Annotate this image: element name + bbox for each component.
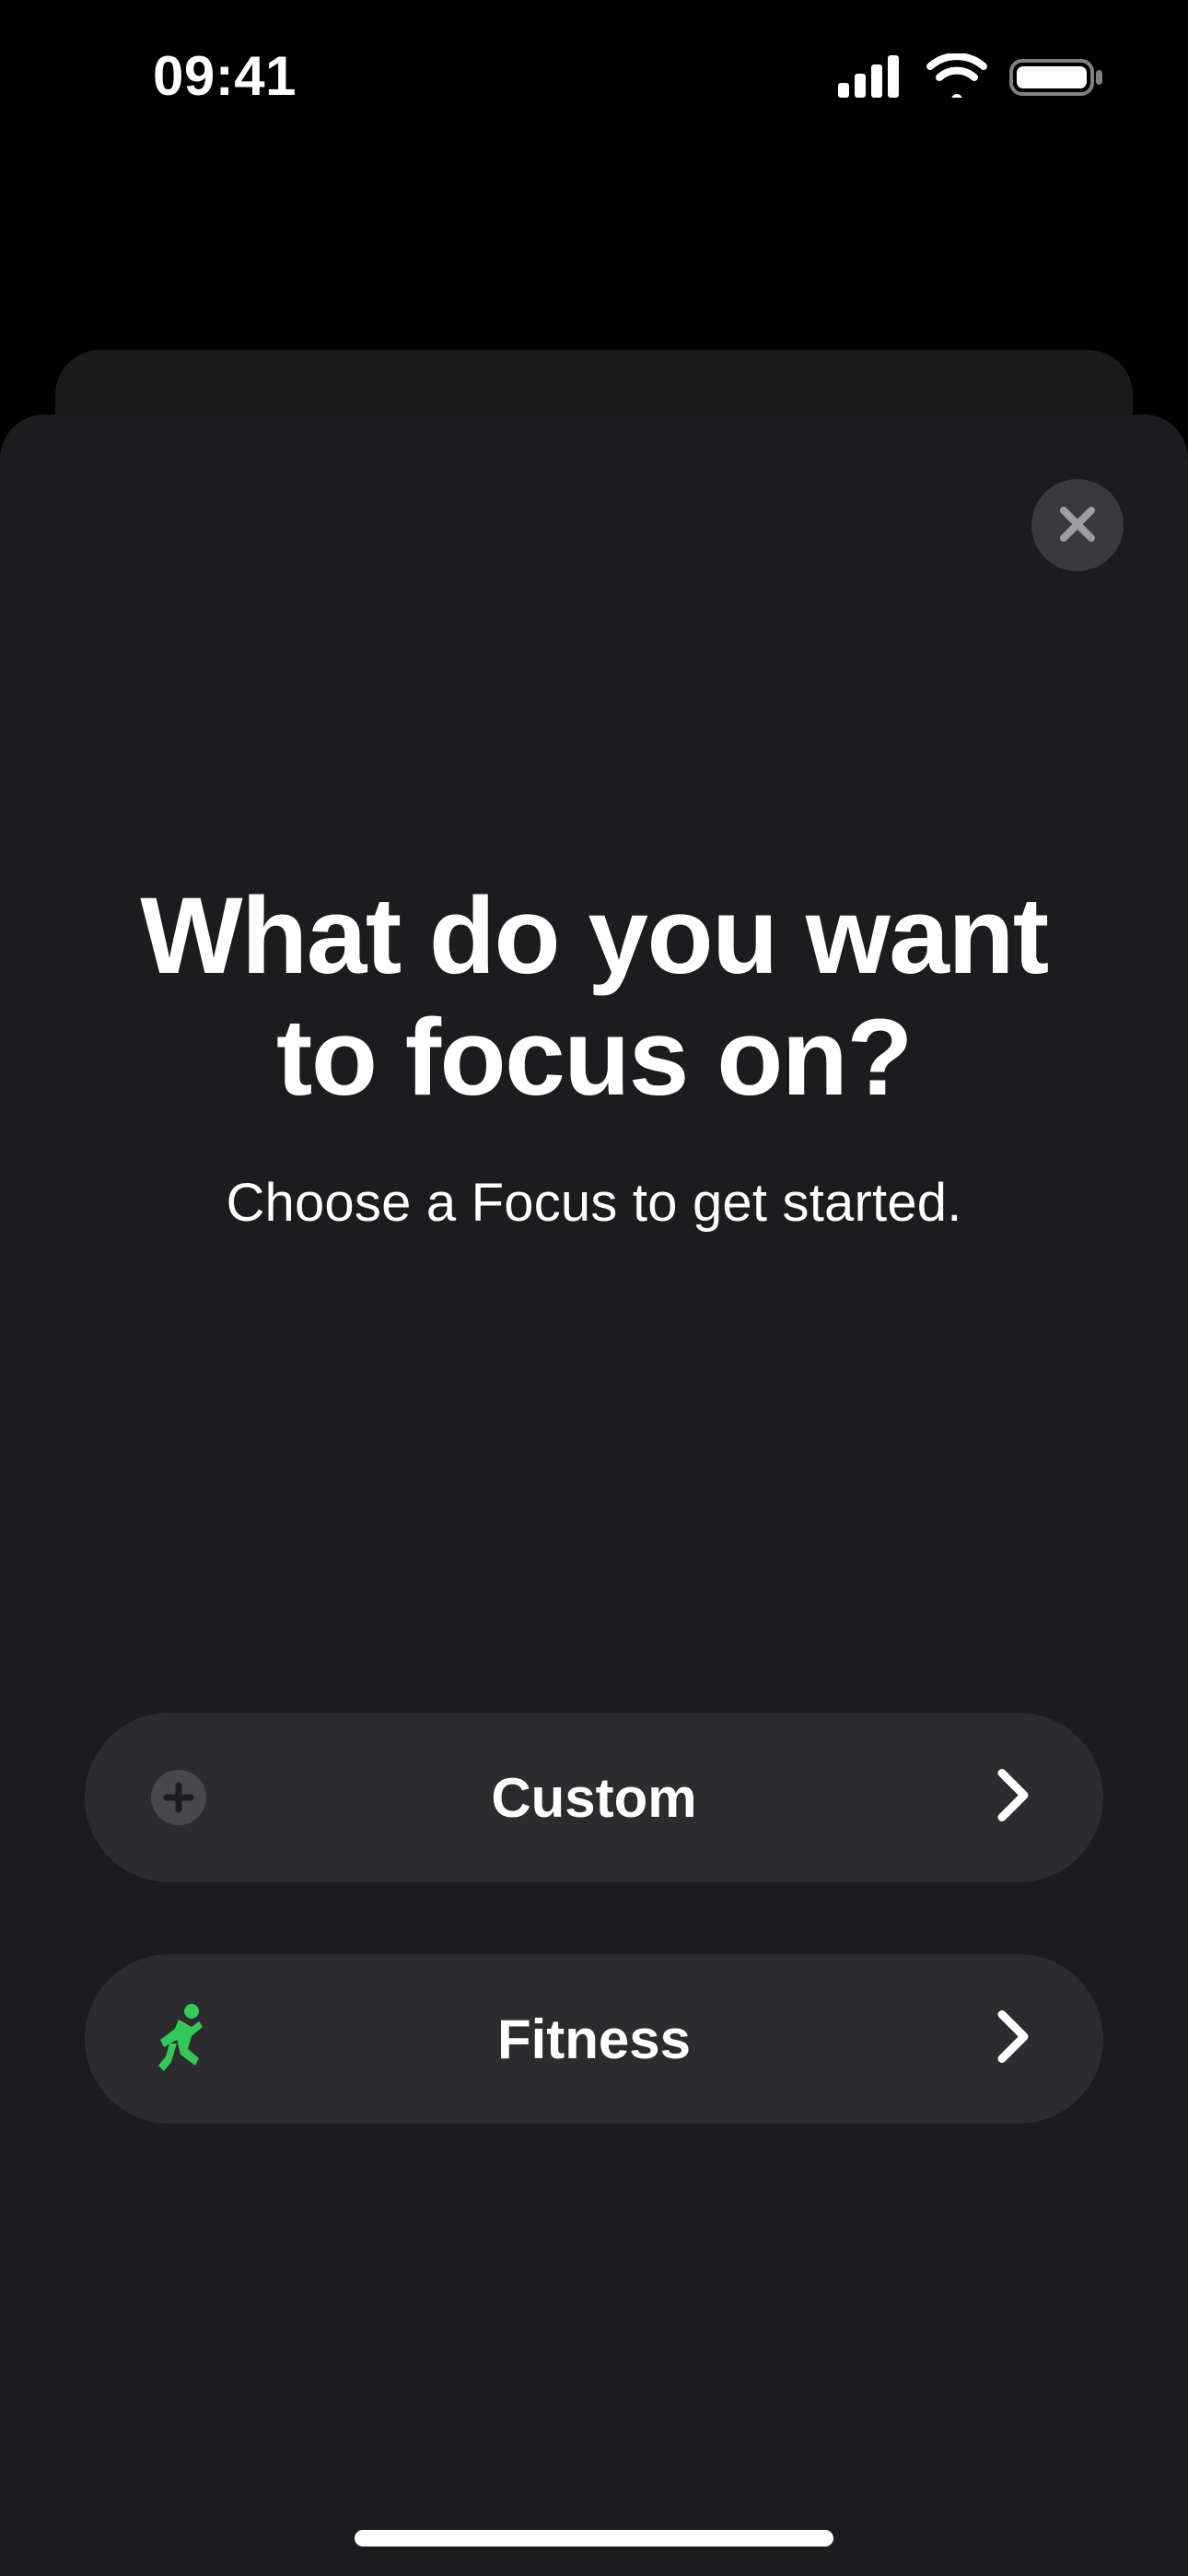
chevron-right-icon — [996, 2009, 1031, 2069]
chevron-right-icon — [996, 1768, 1031, 1828]
wifi-icon — [926, 53, 987, 98]
status-indicators — [838, 53, 1105, 98]
close-icon — [1054, 501, 1101, 550]
status-time: 09:41 — [153, 44, 297, 108]
focus-options-list: Custom Fitness — [85, 1713, 1103, 2124]
focus-option-fitness[interactable]: Fitness — [85, 1954, 1103, 2124]
page-subtitle: Choose a Focus to get started. — [85, 1172, 1103, 1234]
focus-option-label: Custom — [491, 1766, 696, 1830]
focus-setup-sheet: What do you want to focus on? Choose a F… — [0, 415, 1188, 2576]
running-icon — [151, 2003, 210, 2075]
home-indicator[interactable] — [355, 2530, 833, 2547]
page-title: What do you want to focus on? — [85, 875, 1103, 1118]
cellular-signal-icon — [838, 53, 904, 98]
battery-icon — [1009, 53, 1105, 98]
plus-circle-icon — [151, 1770, 206, 1825]
close-button[interactable] — [1031, 479, 1124, 571]
focus-option-custom[interactable]: Custom — [85, 1713, 1103, 1882]
status-bar: 09:41 — [0, 0, 1188, 147]
focus-option-label: Fitness — [497, 2008, 691, 2071]
